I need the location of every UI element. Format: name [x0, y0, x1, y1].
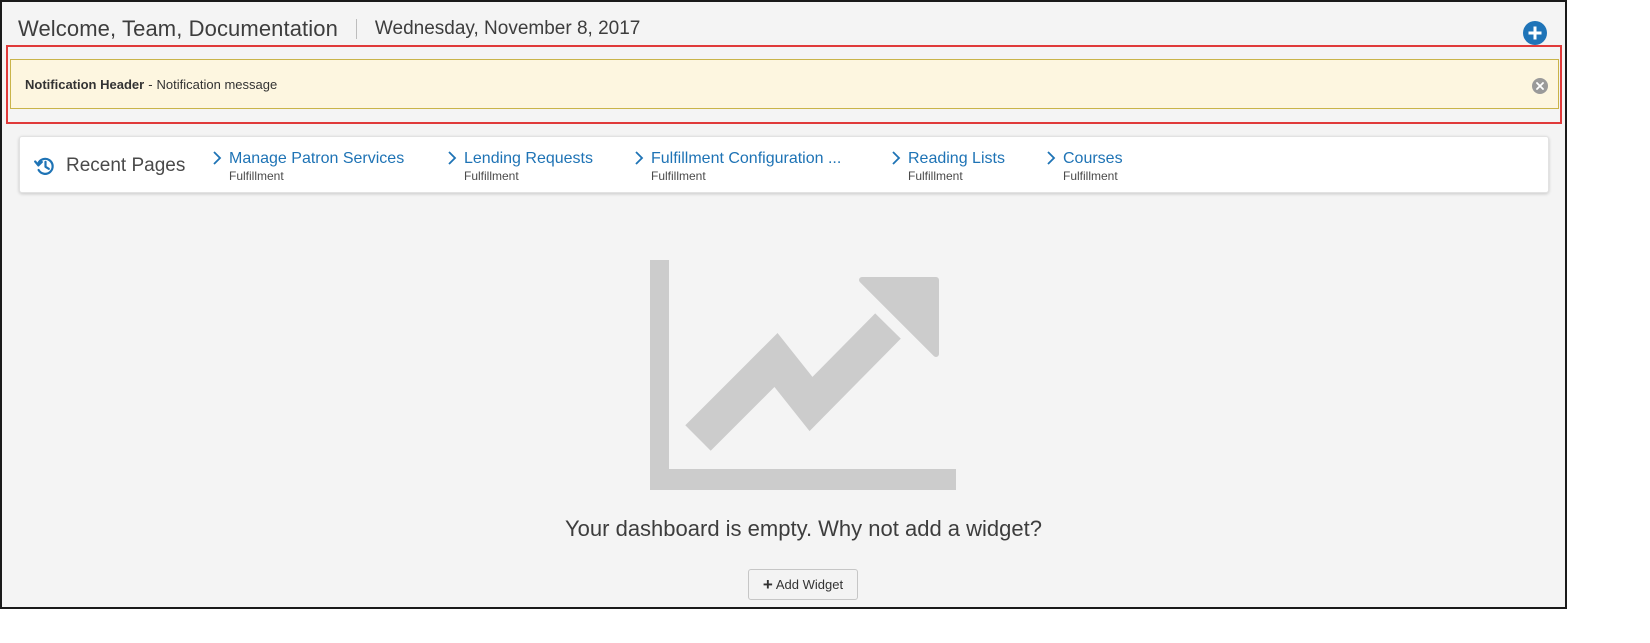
- close-circle-icon: [1536, 82, 1544, 90]
- notification-header: Notification Header: [25, 76, 145, 92]
- chevron-right-icon: [213, 151, 222, 165]
- chevron-right-icon: [635, 151, 644, 165]
- recent-page-link[interactable]: Courses: [1063, 149, 1123, 168]
- recent-page-courses[interactable]: Courses Fulfillment: [1047, 149, 1123, 184]
- notification-close-button[interactable]: [1532, 78, 1548, 94]
- recent-page-category: Fulfillment: [651, 169, 706, 183]
- recent-page-link[interactable]: Lending Requests: [464, 149, 593, 168]
- add-widget-label: Add Widget: [775, 577, 844, 592]
- recent-page-link[interactable]: Manage Patron Services: [229, 149, 404, 168]
- empty-dashboard-message: Your dashboard is empty. Why not add a w…: [565, 516, 1042, 541]
- welcome-text: Welcome, Team, Documentation: [18, 16, 338, 41]
- header-divider: [355, 19, 357, 39]
- plus-circle-icon: [1528, 26, 1542, 40]
- history-icon: [34, 157, 54, 175]
- plus-icon: +: [762, 575, 773, 594]
- notification-bar: Notification Header - Notification messa…: [10, 59, 1559, 109]
- chevron-right-icon: [1047, 151, 1056, 165]
- recent-pages-bar: Recent Pages Manage Patron Services Fulf…: [19, 136, 1549, 193]
- recent-page-reading-lists[interactable]: Reading Lists Fulfillment: [892, 149, 1005, 184]
- recent-pages-title: Recent Pages: [34, 137, 185, 194]
- recent-page-category: Fulfillment: [908, 169, 963, 183]
- notification-message: Notification message: [156, 76, 278, 92]
- recent-page-link[interactable]: Reading Lists: [908, 149, 1005, 168]
- recent-page-category: Fulfillment: [1063, 169, 1118, 183]
- recent-page-category: Fulfillment: [464, 169, 519, 183]
- trend-chart-illustration: [650, 260, 956, 490]
- recent-page-fulfillment-configuration[interactable]: Fulfillment Configuration ... Fulfillmen…: [635, 149, 841, 184]
- dashboard-page: Welcome, Team, Documentation Wednesday, …: [0, 0, 1567, 609]
- chevron-right-icon: [448, 151, 457, 165]
- recent-page-lending-requests[interactable]: Lending Requests Fulfillment: [448, 149, 593, 184]
- current-date: Wednesday, November 8, 2017: [374, 18, 641, 39]
- recent-pages-label: Recent Pages: [66, 154, 186, 176]
- add-widget-circle-button[interactable]: [1523, 21, 1547, 45]
- recent-page-manage-patron-services[interactable]: Manage Patron Services Fulfillment: [213, 149, 404, 184]
- page-header: Welcome, Team, Documentation Wednesday, …: [18, 12, 640, 46]
- add-widget-button[interactable]: + Add Widget: [748, 569, 858, 600]
- chevron-right-icon: [892, 151, 901, 165]
- notification-separator: -: [148, 76, 153, 92]
- recent-page-link[interactable]: Fulfillment Configuration ...: [651, 149, 841, 168]
- recent-page-category: Fulfillment: [229, 169, 284, 183]
